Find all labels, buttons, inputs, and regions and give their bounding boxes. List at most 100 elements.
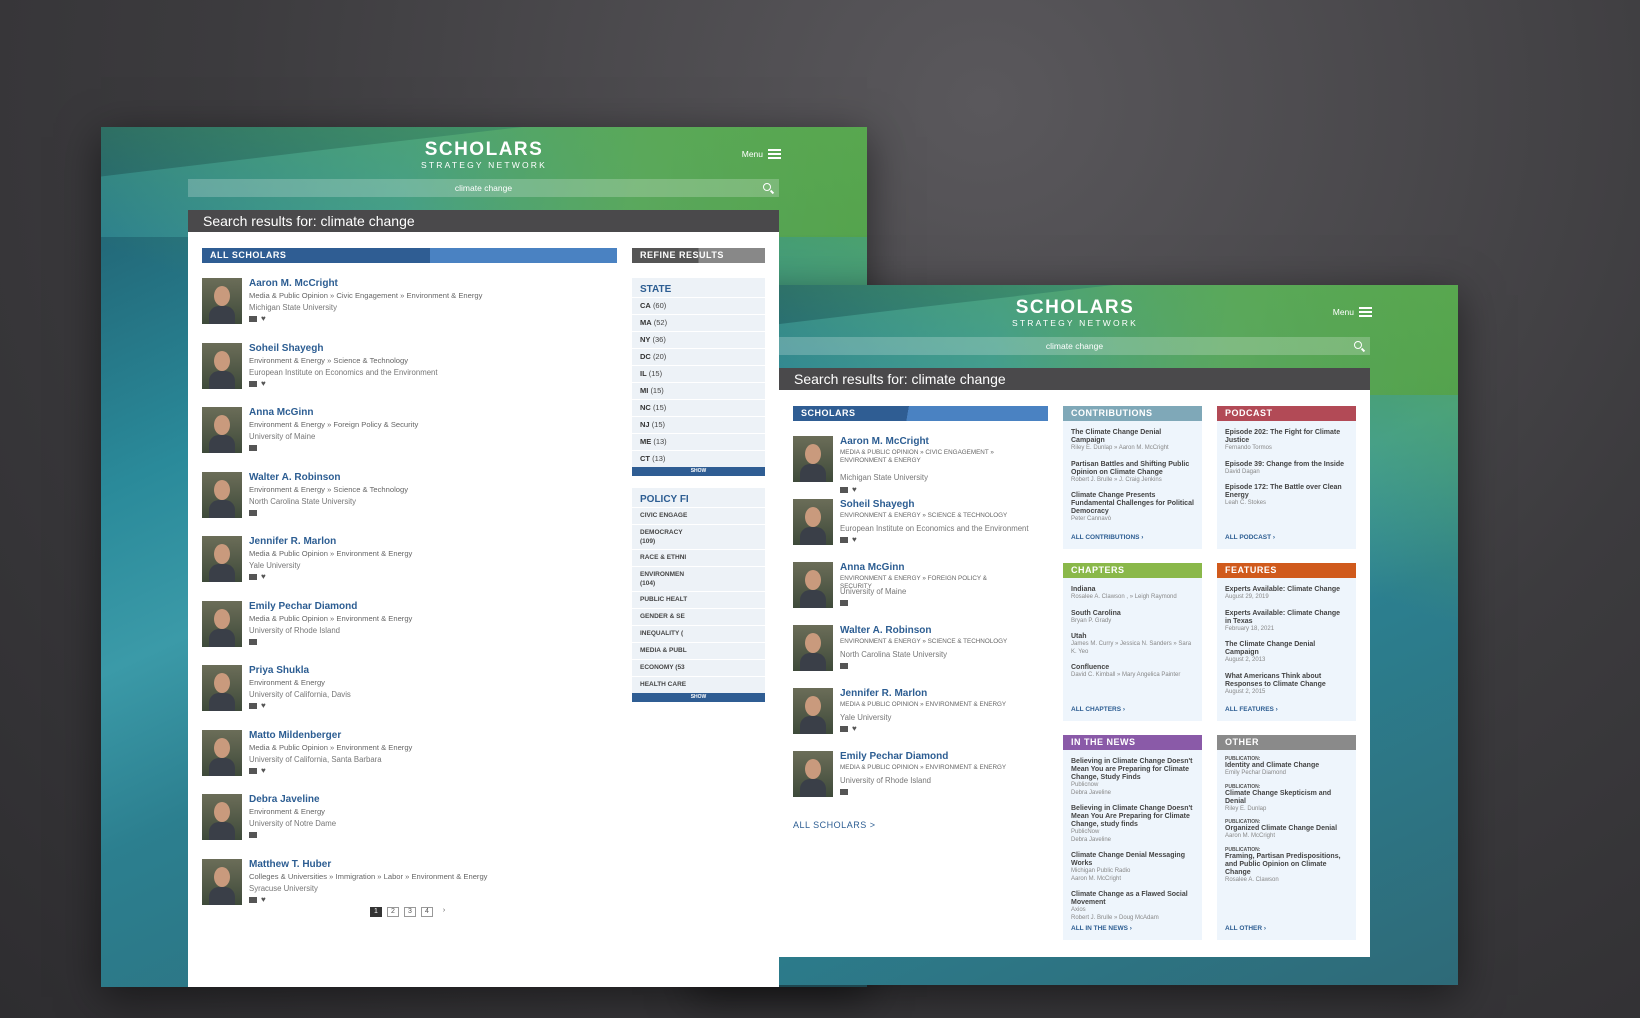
scholar-name[interactable]: Soheil Shayegh bbox=[840, 499, 914, 510]
policy-filter-item[interactable]: PUBLIC HEALT bbox=[632, 591, 765, 608]
contributions-item[interactable]: The Climate Change Denial Campaign Riley … bbox=[1063, 429, 1202, 453]
contributions-item[interactable]: Climate Change Presents Fundamental Chal… bbox=[1063, 492, 1202, 524]
policy-filter-item[interactable]: GENDER & SE bbox=[632, 608, 765, 625]
email-icon[interactable] bbox=[840, 789, 848, 795]
state-filter-item[interactable]: ME (13) bbox=[632, 433, 765, 450]
item-title[interactable]: Partisan Battles and Shifting Public Opi… bbox=[1071, 461, 1194, 477]
search-icon[interactable] bbox=[1354, 341, 1362, 349]
contributions-item[interactable]: Partisan Battles and Shifting Public Opi… bbox=[1063, 461, 1202, 485]
item-title[interactable]: Episode 172: The Battle over Clean Energ… bbox=[1225, 484, 1348, 500]
chapters-item[interactable]: South Carolina Bryan P. Grady bbox=[1063, 610, 1202, 626]
twitter-icon[interactable]: ♥ bbox=[261, 379, 266, 388]
scholar-name[interactable]: Anna McGinn bbox=[840, 562, 904, 573]
show-more-button[interactable]: SHOW bbox=[632, 693, 765, 702]
menu-button[interactable]: Menu bbox=[742, 149, 781, 159]
twitter-icon[interactable]: ♥ bbox=[261, 701, 266, 710]
state-filter-item[interactable]: NC (15) bbox=[632, 399, 765, 416]
email-icon[interactable] bbox=[840, 726, 848, 732]
chapters-item[interactable]: Utah James M. Curry » Jessica N. Sanders … bbox=[1063, 633, 1202, 656]
item-title[interactable]: Organized Climate Change Denial bbox=[1225, 825, 1348, 833]
email-icon[interactable] bbox=[249, 638, 257, 645]
policy-filter-item[interactable]: ECONOMY (53 bbox=[632, 659, 765, 676]
item-title[interactable]: Experts Available: Climate Change in Tex… bbox=[1225, 610, 1348, 626]
scholar-name[interactable]: Emily Pechar Diamond bbox=[840, 751, 948, 762]
scholar-name[interactable]: Jennifer R. Marlon bbox=[249, 536, 336, 547]
scholar-photo[interactable] bbox=[202, 665, 242, 711]
news-item[interactable]: Climate Change Denial Messaging Works Mic… bbox=[1063, 852, 1202, 883]
chapters-item[interactable]: Indiana Rosalee A. Clawson , » Leigh Raym… bbox=[1063, 586, 1202, 602]
item-title[interactable]: Utah bbox=[1071, 633, 1194, 641]
item-title[interactable]: Experts Available: Climate Change bbox=[1225, 586, 1348, 594]
email-icon[interactable] bbox=[249, 896, 257, 903]
podcast-item[interactable]: Episode 172: The Battle over Clean Energ… bbox=[1217, 484, 1356, 508]
podcast-item[interactable]: Episode 202: The Fight for Climate Justi… bbox=[1217, 429, 1356, 453]
item-title[interactable]: Believing in Climate Change Doesn't Mean… bbox=[1071, 805, 1194, 829]
view-all-link[interactable]: ALL PODCAST › bbox=[1225, 534, 1275, 541]
policy-filter-item[interactable]: HEALTH CARE bbox=[632, 676, 765, 693]
all-scholars-link[interactable]: ALL SCHOLARS > bbox=[793, 820, 875, 830]
other-item[interactable]: PUBLICATION: Identity and Climate Change E… bbox=[1217, 756, 1356, 778]
twitter-icon[interactable]: ♥ bbox=[261, 766, 266, 775]
twitter-icon[interactable]: ♥ bbox=[852, 535, 857, 544]
item-title[interactable]: The Climate Change Denial Campaign bbox=[1225, 641, 1348, 657]
state-filter-item[interactable]: DC (20) bbox=[632, 348, 765, 365]
state-filter-item[interactable]: IL (15) bbox=[632, 365, 765, 382]
features-item[interactable]: The Climate Change Denial Campaign August… bbox=[1217, 641, 1356, 665]
state-filter-item[interactable]: NY (36) bbox=[632, 331, 765, 348]
features-item[interactable]: Experts Available: Climate Change August … bbox=[1217, 586, 1356, 602]
scholar-name[interactable]: Aaron M. McCright bbox=[249, 278, 338, 289]
scholar-name[interactable]: Jennifer R. Marlon bbox=[840, 688, 927, 699]
scholar-photo[interactable] bbox=[202, 278, 242, 324]
view-all-link[interactable]: ALL IN THE NEWS › bbox=[1071, 925, 1132, 932]
view-all-link[interactable]: ALL CONTRIBUTIONS › bbox=[1071, 534, 1143, 541]
scholar-photo[interactable] bbox=[202, 729, 242, 776]
item-title[interactable]: Episode 39: Change from the Inside bbox=[1225, 461, 1348, 469]
scholar-photo[interactable] bbox=[202, 471, 242, 518]
search-icon[interactable] bbox=[763, 183, 771, 191]
scholar-name[interactable]: Aaron M. McCright bbox=[840, 436, 929, 447]
view-all-link[interactable]: ALL OTHER › bbox=[1225, 925, 1266, 932]
policy-filter-item[interactable]: CIVIC ENGAGE bbox=[632, 507, 765, 524]
other-item[interactable]: PUBLICATION: Organized Climate Change Den… bbox=[1217, 819, 1356, 841]
twitter-icon[interactable]: ♥ bbox=[261, 314, 266, 323]
scholar-name[interactable]: Anna McGinn bbox=[249, 407, 313, 418]
twitter-icon[interactable]: ♥ bbox=[852, 724, 857, 733]
scholar-photo[interactable] bbox=[793, 625, 833, 671]
email-icon[interactable] bbox=[249, 767, 257, 774]
item-title[interactable]: South Carolina bbox=[1071, 610, 1194, 618]
search-input[interactable]: climate change bbox=[779, 337, 1370, 355]
item-title[interactable]: Climate Change Denial Messaging Works bbox=[1071, 852, 1194, 868]
item-title[interactable]: Identity and Climate Change bbox=[1225, 762, 1348, 770]
email-icon[interactable] bbox=[840, 663, 848, 669]
scholar-photo[interactable] bbox=[202, 600, 242, 647]
scholar-name[interactable]: Walter A. Robinson bbox=[840, 625, 931, 636]
email-icon[interactable] bbox=[840, 537, 848, 543]
item-title[interactable]: Climate Change as a Flawed Social Moveme… bbox=[1071, 891, 1194, 907]
email-icon[interactable] bbox=[249, 703, 257, 709]
policy-filter-item[interactable]: ENVIRONMEN (104) bbox=[632, 566, 765, 591]
scholar-photo[interactable] bbox=[202, 342, 242, 389]
twitter-icon[interactable]: ♥ bbox=[852, 485, 857, 494]
news-item[interactable]: Believing in Climate Change Doesn't Mean… bbox=[1063, 758, 1202, 797]
item-title[interactable]: The Climate Change Denial Campaign bbox=[1071, 429, 1194, 445]
scholar-photo[interactable] bbox=[202, 794, 242, 840]
search-input[interactable]: climate change bbox=[188, 179, 779, 197]
email-icon[interactable] bbox=[249, 316, 257, 322]
email-icon[interactable] bbox=[249, 380, 257, 387]
state-filter-item[interactable]: MI (15) bbox=[632, 382, 765, 399]
scholar-photo[interactable] bbox=[202, 536, 242, 582]
email-icon[interactable] bbox=[249, 509, 257, 516]
item-title[interactable]: Believing in Climate Change Doesn't Mean… bbox=[1071, 758, 1194, 782]
other-item[interactable]: PUBLICATION: Framing, Partisan Predisposi… bbox=[1217, 847, 1356, 885]
scholar-name[interactable]: Soheil Shayegh bbox=[249, 343, 323, 354]
scholar-photo[interactable] bbox=[202, 407, 242, 453]
scholar-photo[interactable] bbox=[793, 499, 833, 545]
features-item[interactable]: Experts Available: Climate Change in Tex… bbox=[1217, 610, 1356, 634]
email-icon[interactable] bbox=[249, 832, 257, 838]
view-all-link[interactable]: ALL CHAPTERS › bbox=[1071, 706, 1125, 713]
features-item[interactable]: What Americans Think about Responses to … bbox=[1217, 673, 1356, 697]
state-filter-item[interactable]: CT (13) bbox=[632, 450, 765, 467]
scholar-photo[interactable] bbox=[793, 688, 833, 734]
scholar-name[interactable]: Debra Javeline bbox=[249, 794, 320, 805]
item-title[interactable]: Indiana bbox=[1071, 586, 1194, 594]
